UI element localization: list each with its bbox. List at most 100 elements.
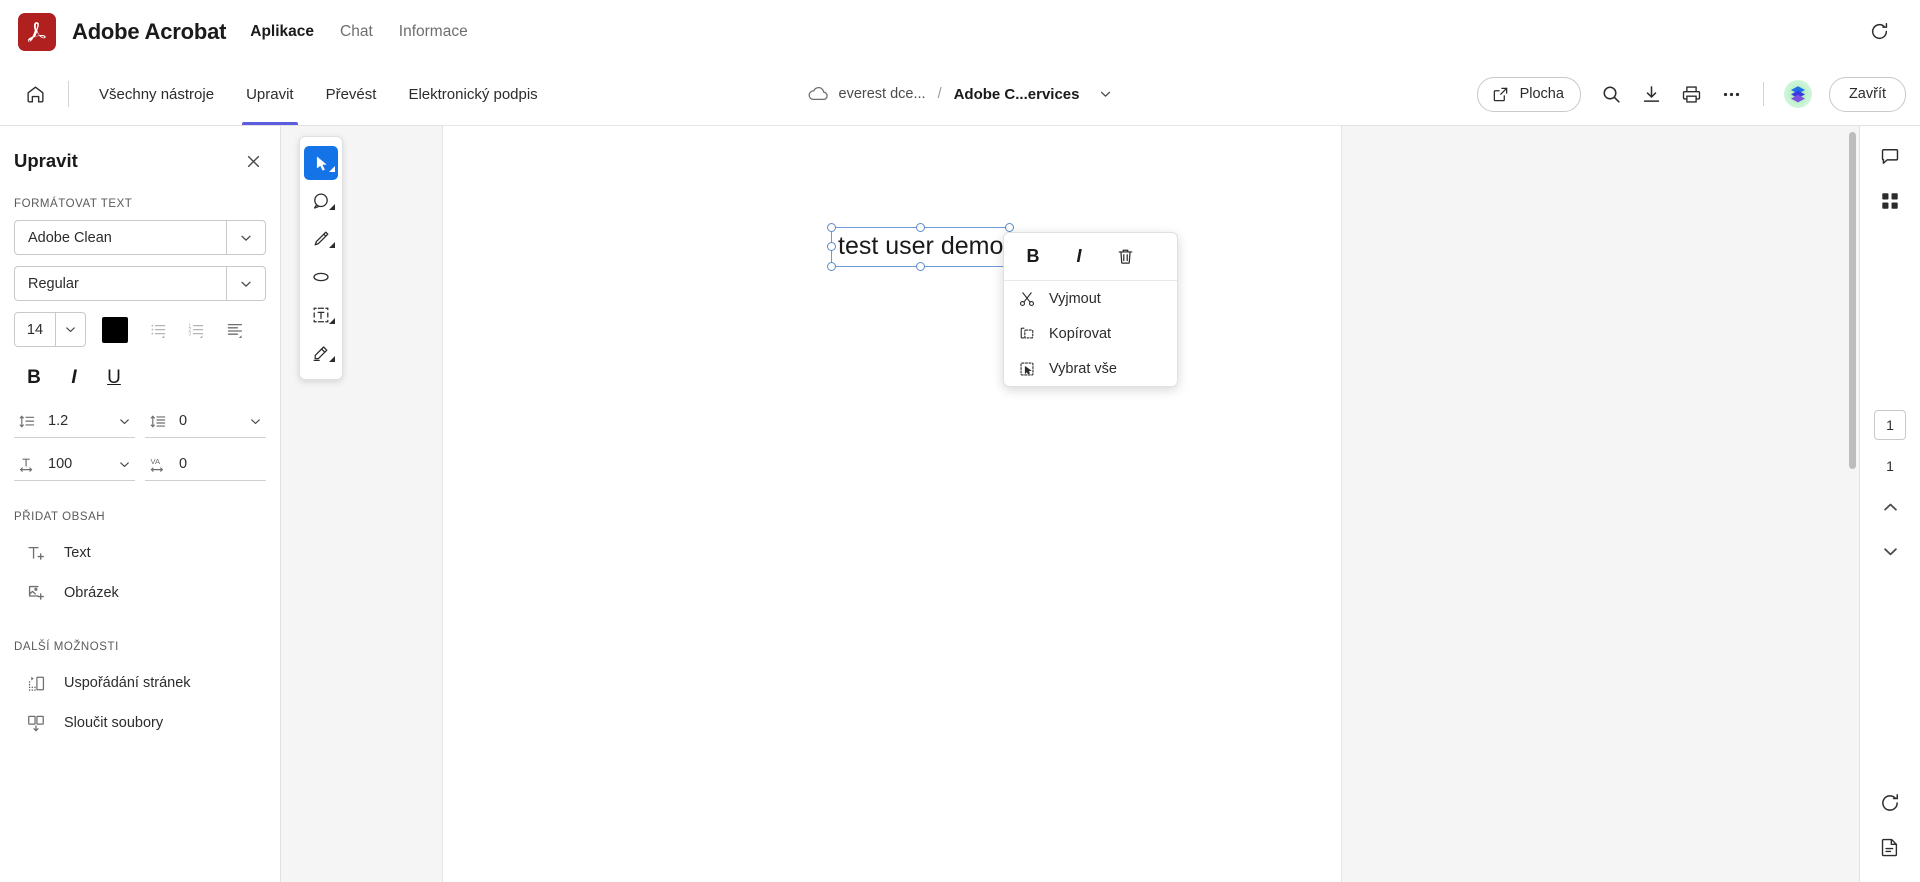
avatar[interactable] <box>1783 80 1812 108</box>
text-style-buttons: B I U <box>14 361 266 395</box>
line-spacing-value: 1.2 <box>48 413 69 429</box>
canvas-scrollbar[interactable] <box>1849 132 1856 469</box>
download-icon[interactable] <box>1633 75 1671 113</box>
numbered-list-icon[interactable]: 1 2 3 <box>178 313 216 347</box>
context-select-all-item[interactable]: Vybrat vše <box>1004 351 1177 386</box>
select-cursor-icon[interactable] <box>304 146 338 180</box>
combine-files-item[interactable]: Sloučit soubory <box>14 703 266 743</box>
add-text-item[interactable]: Text <box>14 533 266 573</box>
comment-bubble-icon[interactable] <box>304 184 338 218</box>
handle-bc[interactable] <box>915 262 925 272</box>
handle-ml[interactable] <box>827 242 836 252</box>
brand-nav: Aplikace Chat Informace <box>250 23 467 41</box>
print-icon[interactable] <box>1673 75 1711 113</box>
italic-button[interactable]: I <box>54 361 94 395</box>
context-menu-toolbar: B I <box>1004 233 1177 281</box>
close-document-button[interactable]: Zavřít <box>1828 76 1906 112</box>
spacing-row-1: 1.2 0 <box>14 405 266 438</box>
bulleted-list-icon[interactable] <box>140 313 178 347</box>
toolbar-divider-2 <box>1762 82 1764 106</box>
breadcrumb-account[interactable]: everest dce... <box>839 86 926 102</box>
tracking-field[interactable]: VA 0 <box>145 448 266 481</box>
pdf-page[interactable]: test user demo B I Vyjmout Kopírovat Vyb… <box>443 126 1341 882</box>
more-options-icon[interactable] <box>1713 75 1751 113</box>
font-size-row: 14 1 2 3 <box>14 312 266 347</box>
draw-ellipse-icon[interactable] <box>304 260 338 294</box>
font-family-select[interactable]: Adobe Clean <box>14 220 266 255</box>
organize-pages-item[interactable]: Uspořádání stránek <box>14 663 266 703</box>
brand-nav-chat[interactable]: Chat <box>340 23 373 41</box>
app-body: Upravit FORMÁTOVAT TEXT Adobe Clean Regu… <box>0 126 1920 882</box>
trash-icon[interactable] <box>1102 239 1148 275</box>
context-cut-item[interactable]: Vyjmout <box>1004 281 1177 316</box>
context-bold-button[interactable]: B <box>1010 239 1056 275</box>
total-pages-label: 1 <box>1886 458 1894 474</box>
paragraph-spacing-value: 0 <box>179 413 188 429</box>
underline-button[interactable]: U <box>94 361 134 395</box>
chevron-down-icon <box>226 221 265 254</box>
document-canvas[interactable]: test user demo B I Vyjmout Kopírovat Vyb… <box>281 126 1859 882</box>
tab-vsechny-nastroje[interactable]: Všechny nástroje <box>83 63 230 125</box>
context-italic-button[interactable]: I <box>1056 239 1102 275</box>
thumbnails-panel-icon[interactable] <box>1871 182 1909 220</box>
selected-text-object[interactable]: test user demo <box>827 223 1015 272</box>
context-copy-item[interactable]: Kopírovat <box>1004 316 1177 351</box>
chevron-down-icon <box>244 415 266 428</box>
fill-sign-icon[interactable] <box>304 336 338 370</box>
highlight-pen-icon[interactable] <box>304 222 338 256</box>
paragraph-spacing-field[interactable]: 0 <box>145 405 266 438</box>
text-align-icon[interactable] <box>216 313 254 347</box>
export-page-icon[interactable] <box>1871 828 1909 866</box>
paragraph-spacing-icon <box>145 412 171 431</box>
current-page-input[interactable]: 1 <box>1874 410 1906 440</box>
font-style-select[interactable]: Regular <box>14 266 266 301</box>
horizontal-scale-value: 100 <box>48 456 73 472</box>
handle-tr[interactable] <box>1005 223 1015 232</box>
combine-files-icon <box>24 713 48 734</box>
close-icon[interactable] <box>240 148 266 174</box>
font-size-stepper[interactable]: 14 <box>14 312 86 347</box>
chevron-down-icon <box>55 313 85 346</box>
toolbar-divider <box>68 81 69 107</box>
add-text-box-icon[interactable] <box>304 298 338 332</box>
adobe-acrobat-logo <box>18 12 56 51</box>
handle-tl[interactable] <box>827 223 836 232</box>
text-context-menu[interactable]: B I Vyjmout Kopírovat Vybrat vše <box>1003 232 1178 387</box>
home-icon[interactable] <box>16 75 54 113</box>
acrobat-window: Adobe Acrobat Aplikace Chat Informace Vš… <box>0 0 1920 882</box>
text-color-swatch[interactable] <box>102 316 128 343</box>
copy-icon <box>1017 325 1037 343</box>
chevron-up-icon[interactable] <box>1871 488 1909 526</box>
bold-button[interactable]: B <box>14 361 54 395</box>
selection-box[interactable]: test user demo <box>827 223 1015 272</box>
horizontal-scale-field[interactable]: 100 <box>14 448 135 481</box>
toolbar-tabs: Všechny nástroje Upravit Převést Elektro… <box>83 63 554 125</box>
comment-panel-icon[interactable] <box>1871 138 1909 176</box>
search-icon[interactable] <box>1593 75 1631 113</box>
open-external-icon <box>1492 86 1509 103</box>
add-image-icon <box>24 583 48 604</box>
font-family-value: Adobe Clean <box>28 229 112 246</box>
line-spacing-field[interactable]: 1.2 <box>14 405 135 438</box>
toolbar-right-actions: Plocha Zavřít <box>1476 75 1906 113</box>
brand-nav-aplikace[interactable]: Aplikace <box>250 23 314 41</box>
chevron-down-icon[interactable] <box>1098 87 1112 101</box>
add-image-item[interactable]: Obrázek <box>14 573 266 613</box>
text-content: test user demo <box>838 232 1004 260</box>
tab-upravit[interactable]: Upravit <box>230 63 310 125</box>
handle-tc[interactable] <box>915 223 925 232</box>
font-style-select-row: Regular <box>14 266 266 301</box>
font-size-value: 14 <box>26 321 44 338</box>
handle-bl[interactable] <box>827 262 836 272</box>
chevron-down-icon[interactable] <box>1871 532 1909 570</box>
font-family-select-row: Adobe Clean <box>14 220 266 255</box>
brand-nav-informace[interactable]: Informace <box>399 23 468 41</box>
svg-text:3: 3 <box>188 331 191 337</box>
tab-elektronicky-podpis[interactable]: Elektronický podpis <box>392 63 553 125</box>
tab-prevest[interactable]: Převést <box>310 63 393 125</box>
breadcrumb-document[interactable]: Adobe C...ervices <box>954 86 1080 103</box>
refresh-icon[interactable] <box>1862 15 1896 49</box>
desktop-button[interactable]: Plocha <box>1476 76 1581 112</box>
scissors-icon <box>1017 290 1037 308</box>
rotate-icon[interactable] <box>1871 784 1909 822</box>
